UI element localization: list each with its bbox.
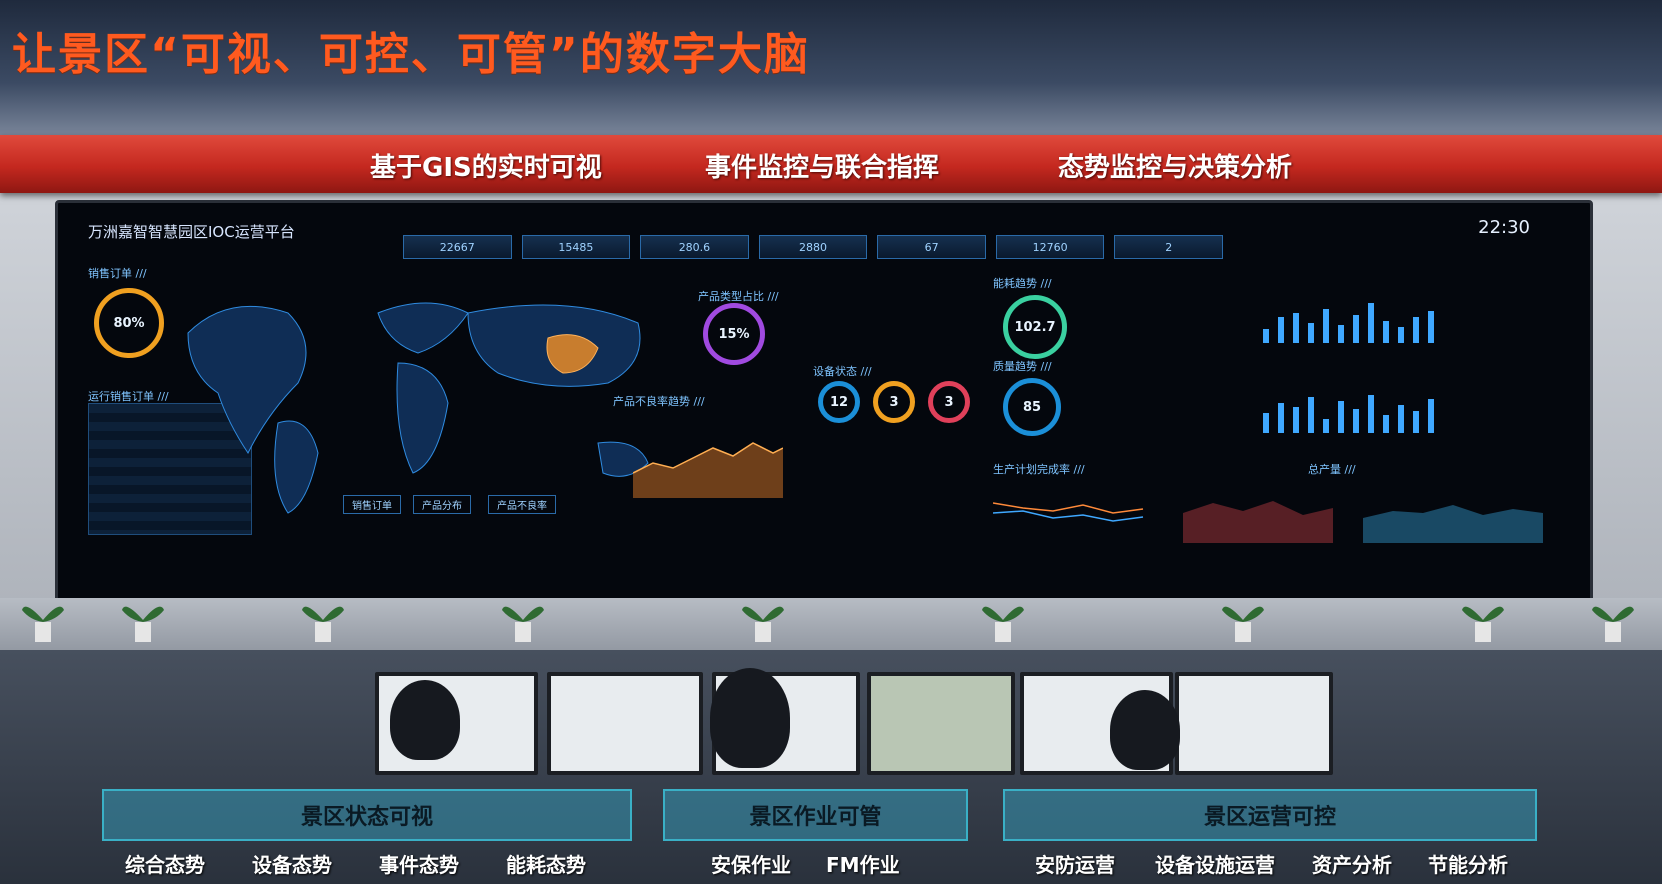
feature-gis: 基于GIS的实时可视 — [370, 153, 602, 183]
sub-fm-work: FM作业 — [826, 853, 900, 877]
plant-icon — [1222, 606, 1264, 642]
map-button-distribution[interactable]: 产品分布 — [413, 495, 471, 514]
sub-energy: 能耗态势 — [506, 853, 586, 877]
page-title: 让景区“可视、可控、可管”的数字大脑 — [12, 29, 810, 80]
kpi-4: 2880 — [758, 235, 868, 259]
sub-event: 事件态势 — [379, 853, 459, 877]
map-button-sales[interactable]: 销售订单 — [343, 495, 401, 514]
kpi-7: 2 — [1114, 235, 1224, 259]
operator — [390, 680, 460, 760]
product-gauge: 15% — [703, 303, 765, 365]
plant-icon — [122, 606, 164, 642]
kpi-bar: 22667 15485 280.6 2880 67 12760 2 — [403, 235, 1224, 259]
sub-security-work: 安保作业 — [711, 853, 791, 877]
group-title: 景区状态可视 — [300, 805, 433, 830]
group-operation-control: 景区运营可控 — [1003, 789, 1537, 841]
label-quality: 质量趋势 /// — [993, 360, 1052, 373]
plant-icon — [982, 606, 1024, 642]
label-production-plan: 生产计划完成率 /// — [993, 463, 1085, 476]
label-defect-trend: 产品不良率趋势 /// — [613, 395, 705, 408]
sub-comprehensive: 综合态势 — [125, 853, 205, 877]
quality-gauge: 85 — [1003, 378, 1061, 436]
monitor — [867, 672, 1015, 775]
label-product-type: 产品类型占比 /// — [698, 290, 779, 303]
plant-icon — [742, 606, 784, 642]
feature-event: 事件监控与联合指挥 — [705, 153, 940, 183]
kpi-5: 67 — [877, 235, 986, 259]
sub-facility-ops: 设备设施运营 — [1155, 853, 1275, 877]
label-running-sales: 运行销售订单 /// — [88, 390, 169, 403]
bottom-trend-charts — [993, 501, 1543, 543]
kpi-2: 15485 — [521, 235, 631, 259]
world-map — [187, 302, 649, 514]
operator — [710, 668, 790, 768]
lower-wall — [0, 598, 1662, 658]
plant-icon — [1462, 606, 1504, 642]
group-work-manage: 景区作业可管 — [663, 789, 968, 841]
plant-icon — [1592, 606, 1634, 642]
energy-gauge: 102.7 — [1003, 295, 1067, 359]
energy-bars — [1263, 293, 1434, 343]
label-total-output: 总产量 /// — [1308, 463, 1356, 476]
monitor — [1175, 672, 1333, 775]
device-gauge-3: 3 — [928, 381, 970, 423]
operator — [1110, 690, 1180, 770]
platform-title: 万洲嘉智智慧园区IOC运营平台 — [88, 223, 295, 241]
label-energy: 能耗趋势 /// — [993, 277, 1052, 290]
kpi-1: 22667 — [403, 235, 512, 259]
feature-band: 基于GIS的实时可视 事件监控与联合指挥 态势监控与决策分析 — [0, 135, 1662, 193]
quality-bars — [1263, 383, 1434, 433]
sales-gauge: 80% — [94, 288, 164, 358]
map-button-defect[interactable]: 产品不良率 — [488, 495, 556, 514]
plant-icon — [22, 606, 64, 642]
device-gauge-1: 12 — [818, 381, 860, 423]
video-wall-screen: 万洲嘉智智慧园区IOC运营平台 22:30 22667 15485 280.6 … — [55, 200, 1593, 604]
group-title: 景区作业可管 — [749, 805, 882, 830]
kpi-6: 12760 — [995, 235, 1105, 259]
sub-security-ops: 安防运营 — [1035, 853, 1115, 877]
plant-icon — [302, 606, 344, 642]
device-gauge-2: 3 — [873, 381, 915, 423]
monitor — [547, 672, 703, 775]
sub-energy-saving: 节能分析 — [1428, 853, 1508, 877]
plant-icon — [502, 606, 544, 642]
label-device-status: 设备状态 /// — [813, 365, 872, 378]
sub-asset-analysis: 资产分析 — [1312, 853, 1392, 877]
label-sales-orders: 销售订单 /// — [88, 267, 147, 280]
defect-area-chart — [633, 442, 783, 498]
group-status-visible: 景区状态可视 — [102, 789, 632, 841]
clock: 22:30 — [1478, 217, 1530, 238]
kpi-3: 280.6 — [640, 235, 749, 259]
feature-analysis: 态势监控与决策分析 — [1058, 153, 1293, 183]
group-title: 景区运营可控 — [1203, 805, 1336, 830]
sub-device: 设备态势 — [252, 853, 332, 877]
